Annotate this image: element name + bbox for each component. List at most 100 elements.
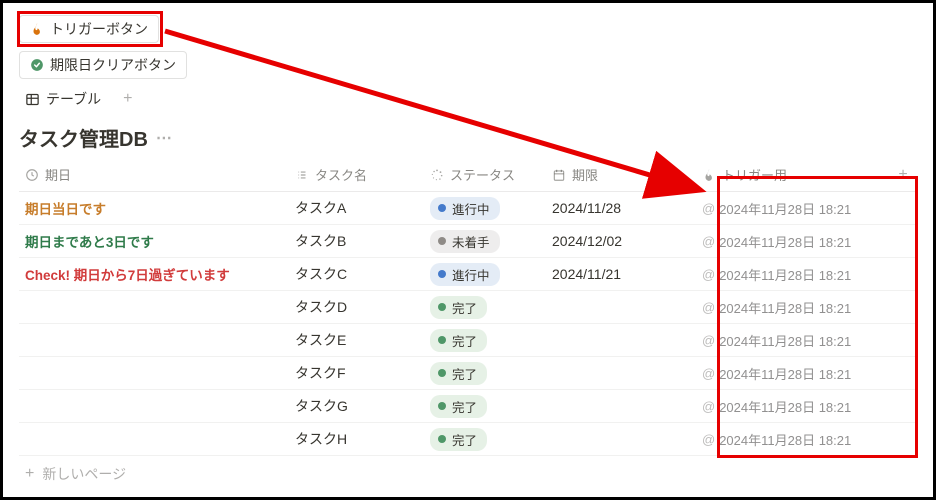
- table-row[interactable]: タスクH 完了 @2024年11月28日 18:21: [19, 423, 917, 456]
- cell-deadline: 2024/11/21: [546, 266, 696, 282]
- table-row[interactable]: タスクD 完了 @2024年11月28日 18:21: [19, 291, 917, 324]
- status-label: 進行中: [452, 265, 490, 284]
- cell-deadline: 2024/12/02: [546, 233, 696, 249]
- cell-task-name: タスクC: [289, 264, 424, 284]
- status-badge: 進行中: [430, 263, 500, 286]
- cell-task-name: タスクG: [289, 396, 424, 416]
- table-row[interactable]: タスクE 完了 @2024年11月28日 18:21: [19, 324, 917, 357]
- at-icon: @: [702, 201, 715, 216]
- database-title[interactable]: タスク管理DB: [19, 123, 148, 152]
- column-header-taskname-label: タスク名: [315, 165, 367, 184]
- cell-task-name: タスクD: [289, 297, 424, 317]
- at-icon: @: [702, 432, 715, 447]
- cell-kijitsu: 期日まであと3日です: [19, 231, 289, 251]
- new-page-button[interactable]: + 新しいページ: [19, 456, 917, 492]
- status-badge: 進行中: [430, 197, 500, 220]
- column-header-status-label: ステータス: [450, 165, 515, 184]
- at-icon: @: [702, 399, 715, 414]
- status-label: 未着手: [452, 232, 490, 251]
- status-badge: 完了: [430, 428, 487, 451]
- column-header-trigger[interactable]: トリガー用: [696, 165, 891, 184]
- new-page-label: 新しいページ: [42, 464, 126, 484]
- table-icon: [25, 92, 40, 107]
- at-icon: @: [702, 333, 715, 348]
- cell-trigger: @2024年11月28日 18:21: [696, 364, 891, 383]
- status-badge: 完了: [430, 296, 487, 319]
- status-dot: [438, 303, 446, 311]
- loading-icon: [430, 168, 444, 182]
- column-header-status[interactable]: ステータス: [424, 165, 546, 184]
- table-row[interactable]: 期日当日ですタスクA進行中2024/11/28@2024年11月28日 18:2…: [19, 192, 917, 225]
- status-badge: 未着手: [430, 230, 500, 253]
- status-dot: [438, 435, 446, 443]
- trigger-timestamp: 2024年11月28日 18:21: [719, 298, 851, 317]
- add-column-button[interactable]: +: [891, 166, 915, 184]
- table-row[interactable]: タスクF 完了 @2024年11月28日 18:21: [19, 357, 917, 390]
- table-row[interactable]: 期日まであと3日ですタスクB未着手2024/12/02@2024年11月28日 …: [19, 225, 917, 258]
- calendar-icon: [552, 168, 566, 182]
- at-icon: @: [702, 267, 715, 282]
- status-label: 進行中: [452, 199, 490, 218]
- plus-icon: +: [25, 465, 34, 483]
- trigger-button-label: トリガーボタン: [50, 19, 148, 39]
- trigger-timestamp: 2024年11月28日 18:21: [719, 430, 851, 449]
- status-badge: 完了: [430, 329, 487, 352]
- cell-status: 完了: [424, 296, 546, 319]
- status-label: 完了: [452, 331, 477, 350]
- trigger-timestamp: 2024年11月28日 18:21: [719, 199, 851, 218]
- cell-task-name: タスクA: [289, 198, 424, 218]
- view-tab-label: テーブル: [46, 89, 101, 109]
- column-header-deadline[interactable]: 期限: [546, 165, 696, 184]
- trigger-timestamp: 2024年11月28日 18:21: [719, 265, 851, 284]
- cell-trigger: @2024年11月28日 18:21: [696, 397, 891, 416]
- cell-status: 完了: [424, 395, 546, 418]
- column-header-kijitsu[interactable]: 期日: [19, 165, 289, 184]
- cell-deadline: 2024/11/28: [546, 200, 696, 216]
- cell-task-name: タスクF: [289, 363, 424, 383]
- table-row[interactable]: タスクG 完了 @2024年11月28日 18:21: [19, 390, 917, 423]
- status-dot: [438, 369, 446, 377]
- cell-trigger: @2024年11月28日 18:21: [696, 298, 891, 317]
- trigger-timestamp: 2024年11月28日 18:21: [719, 232, 851, 251]
- trigger-timestamp: 2024年11月28日 18:21: [719, 397, 851, 416]
- cell-status: 進行中: [424, 197, 546, 220]
- fire-icon: [702, 168, 716, 182]
- column-header-kijitsu-label: 期日: [45, 165, 71, 184]
- clock-icon: [25, 168, 39, 182]
- trigger-timestamp: 2024年11月28日 18:21: [719, 331, 851, 350]
- fire-icon: [30, 22, 44, 36]
- cell-trigger: @2024年11月28日 18:21: [696, 199, 891, 218]
- status-dot: [438, 204, 446, 212]
- status-badge: 完了: [430, 362, 487, 385]
- cell-task-name: タスクH: [289, 429, 424, 449]
- cell-trigger: @2024年11月28日 18:21: [696, 265, 891, 284]
- at-icon: @: [702, 300, 715, 315]
- cell-status: 進行中: [424, 263, 546, 286]
- cell-task-name: タスクE: [289, 330, 424, 350]
- status-dot: [438, 237, 446, 245]
- cell-trigger: @2024年11月28日 18:21: [696, 232, 891, 251]
- at-icon: @: [702, 366, 715, 381]
- status-dot: [438, 270, 446, 278]
- clear-deadline-button-label: 期限日クリアボタン: [50, 55, 176, 75]
- clear-deadline-button[interactable]: 期限日クリアボタン: [19, 51, 187, 79]
- cell-status: 完了: [424, 428, 546, 451]
- status-badge: 完了: [430, 395, 487, 418]
- table-row[interactable]: Check! 期日から7日過ぎていますタスクC進行中2024/11/21@202…: [19, 258, 917, 291]
- cell-status: 完了: [424, 329, 546, 352]
- database-menu-button[interactable]: ⋯: [156, 128, 174, 148]
- status-dot: [438, 402, 446, 410]
- cell-trigger: @2024年11月28日 18:21: [696, 331, 891, 350]
- status-label: 完了: [452, 397, 477, 416]
- status-label: 完了: [452, 430, 477, 449]
- cell-kijitsu: 期日当日です: [19, 198, 289, 218]
- add-view-button[interactable]: +: [117, 90, 138, 108]
- view-tab-table[interactable]: テーブル: [19, 89, 107, 109]
- cell-status: 未着手: [424, 230, 546, 253]
- column-header-taskname[interactable]: タスク名: [289, 165, 424, 184]
- column-header-trigger-label: トリガー用: [722, 165, 787, 184]
- check-circle-icon: [30, 58, 44, 72]
- trigger-button[interactable]: トリガーボタン: [19, 15, 159, 43]
- cell-kijitsu: Check! 期日から7日過ぎています: [19, 264, 289, 284]
- trigger-timestamp: 2024年11月28日 18:21: [719, 364, 851, 383]
